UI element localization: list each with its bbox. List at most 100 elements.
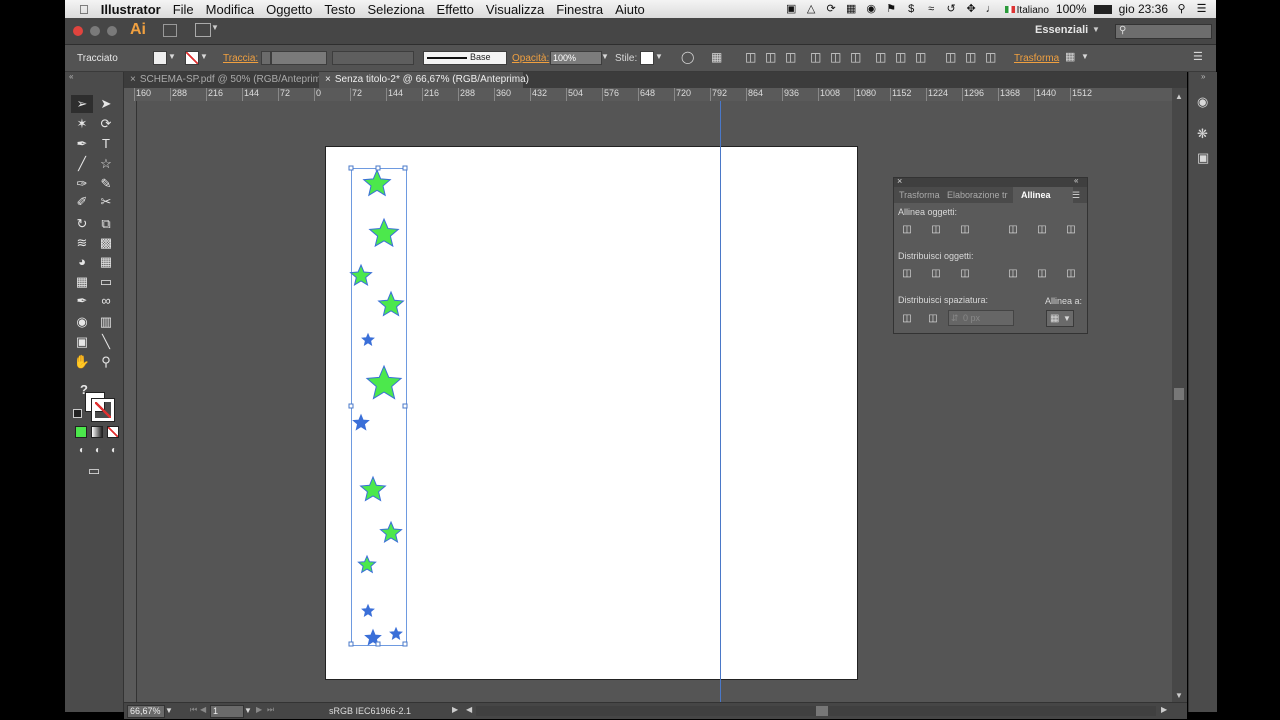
align-top-icon[interactable]: ◫ xyxy=(810,50,821,64)
menu-modifica[interactable]: Modifica xyxy=(206,2,254,17)
vertical-distribute-bottom-icon[interactable]: ◫ xyxy=(958,268,972,280)
minimize-window-button[interactable] xyxy=(90,26,100,36)
align-left-icon[interactable]: ◫ xyxy=(745,50,756,64)
star-tool-icon[interactable]: ☆ xyxy=(95,155,117,173)
battery-icon[interactable] xyxy=(1093,4,1112,14)
star-shape[interactable] xyxy=(389,626,403,640)
horizontal-align-left-icon[interactable]: ◫ xyxy=(900,224,914,236)
pencil-tool-icon[interactable]: ✎ xyxy=(95,175,117,193)
opacity-dropdown-icon[interactable]: ▼ xyxy=(601,52,609,61)
opacity-label[interactable]: Opacità: xyxy=(512,53,549,64)
zoom-dropdown-icon[interactable]: ▼ xyxy=(165,706,173,715)
spacing-stepper-icon[interactable]: ⇵ xyxy=(951,311,959,325)
draw-inside-icon[interactable]: ◐ xyxy=(103,442,125,460)
bounding-box-handle[interactable] xyxy=(348,403,354,409)
menu-finestra[interactable]: Finestra xyxy=(556,2,603,17)
stroke-weight-label[interactable]: Traccia: xyxy=(223,53,258,64)
tab-senza-titolo-2[interactable]: × Senza titolo-2* @ 66,67% (RGB/Anteprima… xyxy=(319,72,529,88)
distribute-hcenter-icon[interactable]: ◫ xyxy=(965,50,976,64)
distribute-left-icon[interactable]: ◫ xyxy=(945,50,956,64)
star-shape[interactable] xyxy=(362,168,392,197)
bridge-icon[interactable] xyxy=(163,24,177,37)
perspective-grid-tool-icon[interactable]: ▦ xyxy=(95,253,117,271)
panel-title-bar[interactable]: × « xyxy=(894,176,1087,187)
tab-elaborazione-tracciati[interactable]: Elaborazione tr xyxy=(947,190,1011,200)
fill-swatch[interactable] xyxy=(153,51,167,65)
color-mode-icon[interactable] xyxy=(75,426,87,438)
hand-tool-icon[interactable]: ✋ xyxy=(71,353,93,371)
align-vcenter-icon[interactable]: ◫ xyxy=(830,50,841,64)
star-shape[interactable] xyxy=(377,290,405,317)
bounding-box-handle[interactable] xyxy=(348,641,354,647)
star-shape[interactable] xyxy=(365,364,403,400)
next-artboard-icon[interactable]: ▶ xyxy=(256,705,262,714)
tab-trasforma[interactable]: Trasforma xyxy=(899,190,940,200)
arrange-documents-icon[interactable] xyxy=(195,23,211,37)
last-artboard-icon[interactable]: ⏭ xyxy=(267,705,274,715)
transform-link[interactable]: Trasforma xyxy=(1014,53,1059,64)
language-indicator[interactable]: Italiano xyxy=(1004,2,1049,16)
align-selection-icon[interactable]: ▦ xyxy=(711,50,722,64)
zoom-tool-icon[interactable]: ⚲ xyxy=(95,353,117,371)
horizontal-scrollbar[interactable] xyxy=(476,706,1156,716)
spacing-input[interactable]: ⇵ 0 px xyxy=(948,310,1014,326)
menu-testo[interactable]: Testo xyxy=(324,2,355,17)
slice-tool-icon[interactable]: ╲ xyxy=(95,333,117,351)
direct-selection-tool-icon[interactable]: ➤ xyxy=(95,95,117,113)
horizontal-distribute-center-icon[interactable]: ◫ xyxy=(1035,268,1049,280)
menu-effetto[interactable]: Effetto xyxy=(437,2,474,17)
sync-icon[interactable]: ⟳ xyxy=(825,3,838,15)
status-menu-arrow-icon[interactable]: ▶ xyxy=(452,705,458,714)
mesh-tool-icon[interactable]: ▦ xyxy=(71,273,93,291)
menu-oggetto[interactable]: Oggetto xyxy=(266,2,312,17)
close-tab-icon[interactable]: × xyxy=(130,74,136,85)
tab-allinea[interactable]: Allinea xyxy=(1013,187,1073,203)
tab-schema-sp[interactable]: × SCHEMA-SP.pdf @ 50% (RGB/Anteprima) xyxy=(124,72,330,88)
star-shape[interactable] xyxy=(352,413,370,431)
horizontal-align-center-icon[interactable]: ◫ xyxy=(929,224,943,236)
distribute-top-icon[interactable]: ◫ xyxy=(875,50,886,64)
horizontal-distribute-right-icon[interactable]: ◫ xyxy=(1064,268,1078,280)
shape-builder-tool-icon[interactable]: ◕ xyxy=(71,253,93,271)
artboard-number-input[interactable]: 1 xyxy=(210,705,244,718)
magic-wand-tool-icon[interactable]: ✶ xyxy=(71,115,93,133)
workspace-switcher[interactable]: Essenziali xyxy=(1035,24,1088,36)
panel-options-icon[interactable]: ☰ xyxy=(1072,190,1080,201)
close-panel-icon[interactable]: × xyxy=(897,176,902,186)
zoom-window-button[interactable] xyxy=(107,26,117,36)
wifi-icon[interactable]: ≈ xyxy=(925,3,938,15)
paintbrush-tool-icon[interactable]: ✑ xyxy=(71,175,93,193)
pen-tool-icon[interactable]: ✒ xyxy=(71,135,93,153)
menu-aiuto[interactable]: Aiuto xyxy=(615,2,645,17)
zoom-level-input[interactable]: 66,67% xyxy=(127,705,165,718)
collapse-tools-icon[interactable]: « xyxy=(69,72,73,81)
appearance-panel-icon[interactable]: ◉ xyxy=(1197,94,1208,110)
star-shape[interactable] xyxy=(349,263,373,286)
scroll-thumb[interactable] xyxy=(1174,388,1184,400)
align-hcenter-icon[interactable]: ◫ xyxy=(765,50,776,64)
arrange-dropdown-icon[interactable]: ▼ xyxy=(211,23,219,32)
vertical-distribute-space-icon[interactable]: ◫ xyxy=(900,313,914,325)
bounding-box-handle[interactable] xyxy=(402,165,408,171)
line-tool-icon[interactable]: ╱ xyxy=(71,155,93,173)
notification-center-icon[interactable]: ☰ xyxy=(1195,3,1208,15)
first-artboard-icon[interactable]: ⏮ xyxy=(190,705,197,715)
rotate-tool-icon[interactable]: ↻ xyxy=(71,215,93,233)
scroll-left-icon[interactable]: ◀ xyxy=(466,705,472,714)
star-shape[interactable] xyxy=(368,217,400,248)
scroll-right-icon[interactable]: ▶ xyxy=(1161,705,1167,714)
clock[interactable]: gio 23:36 xyxy=(1119,2,1168,16)
graph-tool-icon[interactable]: ▥ xyxy=(95,313,117,331)
move-icon[interactable]: ✥ xyxy=(965,3,978,15)
spotlight-icon[interactable]: ⚲ xyxy=(1175,3,1188,15)
bounding-box-handle[interactable] xyxy=(375,165,381,171)
vertical-scrollbar[interactable]: ▲ ▼ xyxy=(1172,88,1187,702)
stroke-weight-input[interactable] xyxy=(271,51,327,65)
history-icon[interactable]: ↺ xyxy=(945,3,958,15)
distribute-right-icon[interactable]: ◫ xyxy=(985,50,996,64)
horizontal-distribute-space-icon[interactable]: ◫ xyxy=(926,313,940,325)
fill-dropdown-icon[interactable]: ▼ xyxy=(168,52,176,61)
volume-icon[interactable]: ♩ xyxy=(985,3,998,15)
horizontal-align-right-icon[interactable]: ◫ xyxy=(958,224,972,236)
variable-width-profile[interactable] xyxy=(332,51,414,65)
